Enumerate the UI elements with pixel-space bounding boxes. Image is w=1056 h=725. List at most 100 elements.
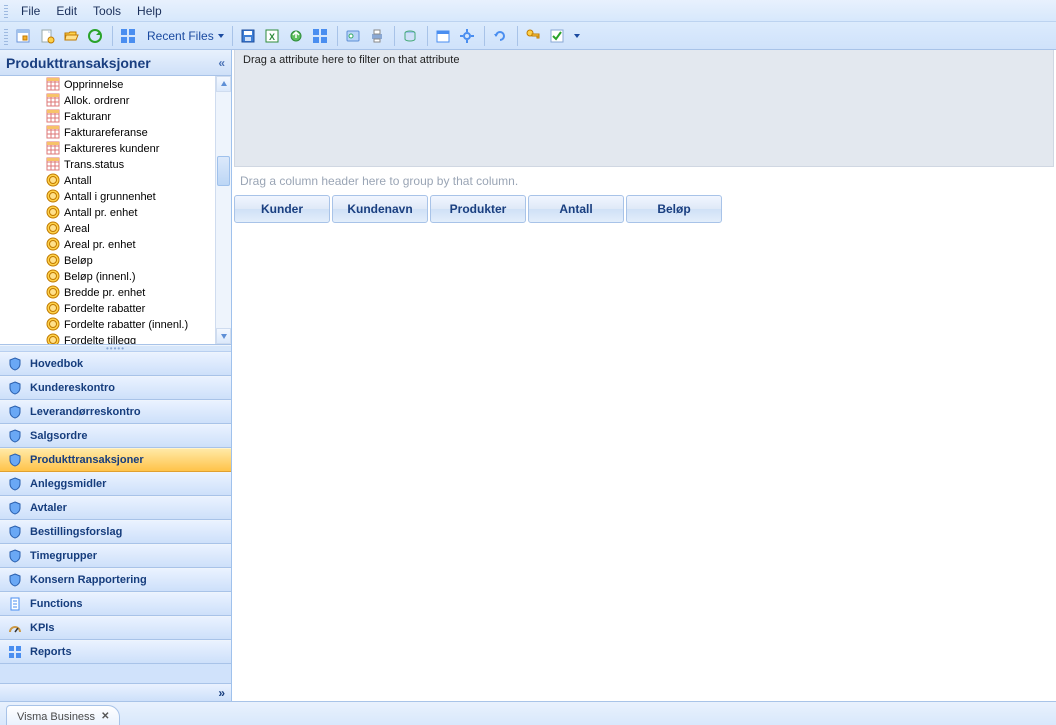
tool-designer-icon[interactable]	[12, 25, 34, 47]
nav-item-produkttransaksjoner[interactable]: Produkttransaksjoner	[0, 448, 231, 472]
shield-icon	[8, 429, 22, 443]
scrollbar[interactable]	[215, 76, 231, 344]
nav-item-bestillingsforslag[interactable]: Bestillingsforslag	[0, 520, 231, 544]
nav-item-anleggsmidler[interactable]: Anleggsmidler	[0, 472, 231, 496]
column-header-beløp[interactable]: Beløp	[626, 195, 722, 223]
scroll-down-icon[interactable]	[216, 328, 231, 344]
tab-label: Visma Business	[17, 711, 95, 723]
tree-item[interactable]: Allok. ordrenr	[0, 93, 215, 109]
field-tree-list[interactable]: OpprinnelseAllok. ordrenr Fakturanr Faktur…	[0, 76, 215, 344]
menu-help[interactable]: Help	[130, 2, 169, 20]
column-headers: KunderKundenavnProdukterAntallBeløp	[234, 195, 1056, 223]
numeric-field-icon	[46, 173, 60, 190]
tool-calendar-icon[interactable]	[432, 25, 454, 47]
table-field-icon	[46, 125, 60, 142]
toolbar-overflow-icon[interactable]	[574, 34, 580, 38]
numeric-field-icon	[46, 189, 60, 206]
nav-item-salgsordre[interactable]: Salgsordre	[0, 424, 231, 448]
report-icon	[8, 645, 22, 659]
nav-groups: HovedbokKundereskontroLeverandørreskontr…	[0, 351, 231, 683]
tree-item-label: Fakturareferanse	[64, 127, 148, 139]
tool-gear-icon[interactable]	[456, 25, 478, 47]
filter-drop-zone[interactable]: Drag a attribute here to filter on that …	[234, 50, 1054, 167]
field-tree: OpprinnelseAllok. ordrenr Fakturanr Faktur…	[0, 76, 231, 345]
menu-bar: File Edit Tools Help	[0, 0, 1056, 22]
tree-item[interactable]: Faktureres kundenr	[0, 141, 215, 157]
tree-item[interactable]: Opprinnelse	[0, 77, 215, 93]
tree-item[interactable]: Fordelte rabatter (innenl.)	[0, 317, 215, 333]
nav-overflow[interactable]: »	[0, 683, 231, 701]
tree-item[interactable]: Antall pr. enhet	[0, 205, 215, 221]
nav-item-label: Anleggsmidler	[30, 478, 106, 490]
gauge-icon	[8, 621, 22, 635]
nav-item-konsern-rapportering[interactable]: Konsern Rapportering	[0, 568, 231, 592]
toolbar-grip[interactable]	[4, 27, 8, 45]
tool-windows-icon[interactable]	[117, 25, 139, 47]
toolbar: Recent Files X	[0, 22, 1056, 50]
tree-item-label: Fakturanr	[64, 111, 111, 123]
nav-item-kundereskontro[interactable]: Kundereskontro	[0, 376, 231, 400]
tool-print-icon[interactable]	[366, 25, 388, 47]
column-header-antall[interactable]: Antall	[528, 195, 624, 223]
nav-item-avtaler[interactable]: Avtaler	[0, 496, 231, 520]
recent-files-dropdown[interactable]: Recent Files	[141, 25, 228, 47]
menu-edit[interactable]: Edit	[49, 2, 84, 20]
tree-item[interactable]: Trans.status	[0, 157, 215, 173]
tool-preview-icon[interactable]	[342, 25, 364, 47]
nav-item-kpis[interactable]: KPIs	[0, 616, 231, 640]
tool-rotate-icon[interactable]	[489, 25, 511, 47]
tree-item[interactable]: Fakturareferanse	[0, 125, 215, 141]
tree-item[interactable]: Beløp (innenl.)	[0, 269, 215, 285]
column-header-kunder[interactable]: Kunder	[234, 195, 330, 223]
tool-sql-icon[interactable]	[399, 25, 421, 47]
collapse-icon[interactable]: «	[218, 56, 225, 70]
menu-file[interactable]: File	[14, 2, 47, 20]
tool-check-icon[interactable]	[546, 25, 568, 47]
shield-icon	[8, 357, 22, 371]
tool-tiles-icon[interactable]	[309, 25, 331, 47]
nav-item-functions[interactable]: Functions	[0, 592, 231, 616]
tree-item[interactable]: Antall	[0, 173, 215, 189]
close-icon[interactable]: ✕	[101, 711, 109, 722]
tree-item[interactable]: Fordelte rabatter	[0, 301, 215, 317]
tool-new-icon[interactable]	[36, 25, 58, 47]
nav-item-label: Timegrupper	[30, 550, 97, 562]
toolbar-separator	[394, 26, 395, 46]
tree-item[interactable]: Beløp	[0, 253, 215, 269]
scroll-up-icon[interactable]	[216, 76, 231, 92]
tree-item[interactable]: Fakturanr	[0, 109, 215, 125]
tool-refresh-icon[interactable]	[84, 25, 106, 47]
side-panel-header[interactable]: Produkttransaksjoner «	[0, 50, 231, 76]
tree-item[interactable]: Areal pr. enhet	[0, 237, 215, 253]
tool-excel-icon[interactable]: X	[261, 25, 283, 47]
tree-item[interactable]: Fordelte tillegg	[0, 333, 215, 344]
tool-export-icon[interactable]	[285, 25, 307, 47]
nav-item-leverand-rreskontro[interactable]: Leverandørreskontro	[0, 400, 231, 424]
tree-item-label: Fordelte rabatter	[64, 303, 145, 315]
table-field-icon	[46, 77, 60, 94]
menu-tools[interactable]: Tools	[86, 2, 128, 20]
tool-save-icon[interactable]	[237, 25, 259, 47]
tab-visma-business[interactable]: Visma Business ✕	[6, 705, 120, 725]
tool-open-icon[interactable]	[60, 25, 82, 47]
tool-key-icon[interactable]	[522, 25, 544, 47]
group-hint-text: Drag a column header here to group by th…	[240, 174, 518, 188]
nav-item-timegrupper[interactable]: Timegrupper	[0, 544, 231, 568]
scroll-thumb[interactable]	[217, 156, 230, 186]
group-drop-zone[interactable]: Drag a column header here to group by th…	[232, 169, 1056, 195]
column-header-kundenavn[interactable]: Kundenavn	[332, 195, 428, 223]
table-field-icon	[46, 93, 60, 110]
shield-icon	[8, 381, 22, 395]
nav-item-hovedbok[interactable]: Hovedbok	[0, 352, 231, 376]
tree-item[interactable]: Antall i grunnenhet	[0, 189, 215, 205]
tree-item-label: Antall pr. enhet	[64, 207, 137, 219]
menubar-grip[interactable]	[4, 4, 8, 18]
tree-item[interactable]: Bredde pr. enhet	[0, 285, 215, 301]
table-field-icon	[46, 109, 60, 126]
main-area: Drag a attribute here to filter on that …	[232, 50, 1056, 701]
tree-item[interactable]: Areal	[0, 221, 215, 237]
numeric-field-icon	[46, 301, 60, 318]
column-header-produkter[interactable]: Produkter	[430, 195, 526, 223]
nav-item-reports[interactable]: Reports	[0, 640, 231, 664]
shield-icon	[8, 477, 22, 491]
